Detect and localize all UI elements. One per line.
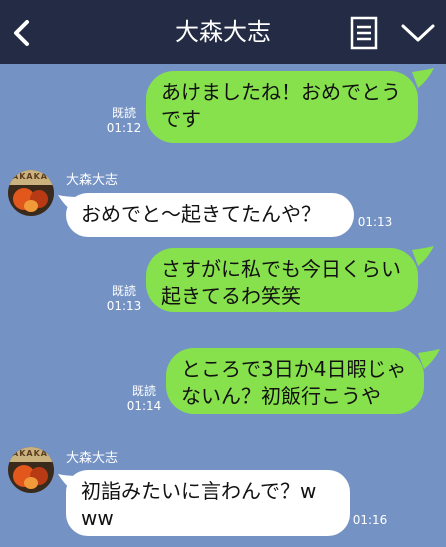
menu-button[interactable] (400, 22, 436, 44)
chevron-left-icon (14, 20, 29, 46)
read-receipt: 既読 (111, 106, 136, 120)
outgoing-message[interactable]: ところで3日か4日暇じゃ ないん？初飯行こうや (166, 348, 424, 414)
outgoing-message[interactable]: あけましたね！おめでとう です (146, 71, 418, 143)
message-list[interactable]: あけましたね！おめでとう です 既読 01:12 AKAKA 大森大志 おめでと… (0, 64, 446, 547)
chat-header: 大森大志 (0, 0, 446, 64)
message-time: 01:13 (106, 299, 142, 313)
sender-name: 大森大志 (66, 451, 119, 466)
avatar[interactable]: AKAKA (8, 447, 54, 493)
message-time: 01:16 (352, 513, 388, 527)
incoming-message[interactable]: おめでと〜起きてたんや？ (66, 193, 354, 237)
outgoing-message[interactable]: さすがに私でも今日くらい 起きてるわ笑笑 (146, 248, 418, 312)
message-time: 01:12 (106, 121, 142, 135)
read-receipt: 既読 (111, 284, 136, 298)
message-time: 01:13 (357, 215, 393, 229)
message-time: 01:14 (126, 399, 162, 413)
sender-name: 大森大志 (66, 173, 119, 188)
chevron-down-icon (401, 24, 435, 42)
back-button[interactable] (0, 0, 44, 64)
avatar[interactable]: AKAKA (8, 170, 54, 216)
notes-icon (350, 16, 378, 50)
notes-button[interactable] (348, 16, 380, 50)
chat-title: 大森大志 (175, 18, 271, 46)
incoming-message[interactable]: 初詣みたいに言わんで？w ww (66, 470, 350, 536)
read-receipt: 既読 (131, 384, 156, 398)
